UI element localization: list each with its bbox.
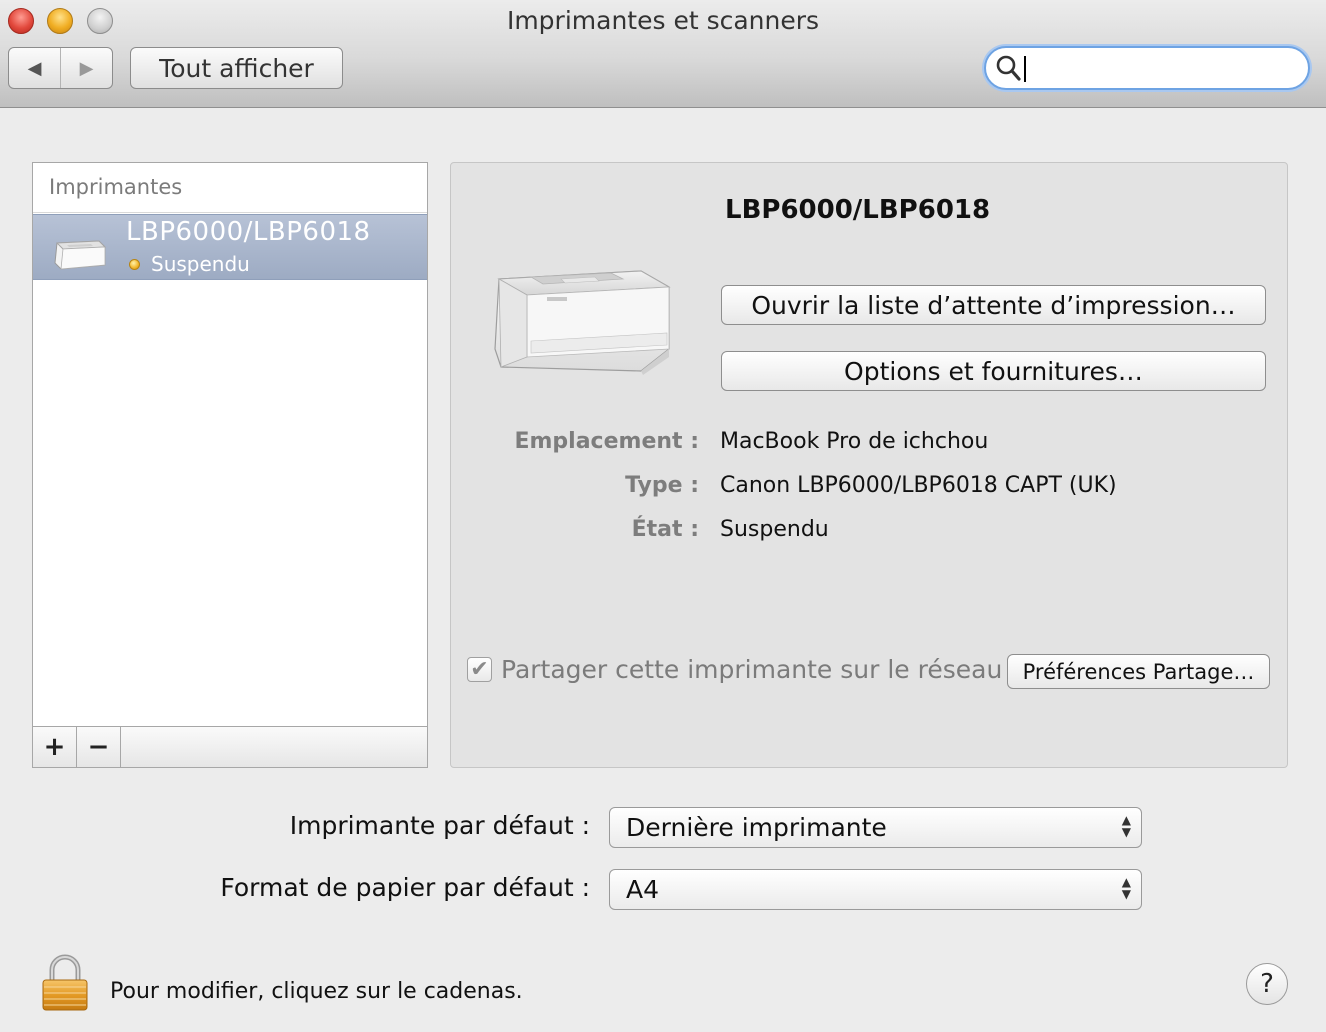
printer-status-label: Suspendu bbox=[151, 252, 250, 276]
help-button[interactable]: ? bbox=[1246, 963, 1288, 1005]
back-forward-control: ◀ ▶ bbox=[8, 47, 113, 89]
default-printer-value: Dernière imprimante bbox=[626, 813, 887, 842]
back-arrow-icon: ◀ bbox=[27, 57, 42, 79]
default-paper-label: Format de papier par défaut : bbox=[220, 873, 590, 902]
printer-list-header: Imprimantes bbox=[33, 163, 427, 213]
location-value: MacBook Pro de ichchou bbox=[720, 429, 989, 454]
forward-arrow-icon: ▶ bbox=[79, 57, 94, 79]
forward-button[interactable]: ▶ bbox=[60, 48, 112, 88]
printer-image bbox=[494, 270, 671, 375]
printer-name: LBP6000/LBP6018 bbox=[126, 217, 371, 247]
printer-list-footer: + − bbox=[33, 726, 427, 767]
sharing-preferences-button[interactable]: Préférences Partage… bbox=[1007, 654, 1270, 689]
options-supplies-button[interactable]: Options et fournitures… bbox=[721, 351, 1266, 391]
default-paper-value: A4 bbox=[626, 875, 660, 904]
back-button[interactable]: ◀ bbox=[9, 48, 60, 88]
share-printer-checkbox[interactable]: ✔ bbox=[467, 657, 492, 682]
add-printer-button[interactable]: + bbox=[33, 727, 77, 767]
popup-arrows-icon: ▲ ▼ bbox=[1121, 875, 1131, 901]
checkmark-icon: ✔ bbox=[470, 657, 489, 682]
default-printer-popup[interactable]: Dernière imprimante ▲ ▼ bbox=[609, 807, 1142, 848]
search-icon bbox=[996, 55, 1021, 81]
location-label: Emplacement : bbox=[514, 429, 699, 454]
remove-printer-button[interactable]: − bbox=[77, 727, 121, 767]
window-title: Imprimantes et scanners bbox=[506, 6, 820, 35]
share-printer-option[interactable]: ✔ Partager cette imprimante sur le résea… bbox=[467, 655, 1002, 684]
type-label: Type : bbox=[625, 473, 699, 498]
printer-list: Imprimantes LBP6000/LBP6018 Suspendu + − bbox=[32, 162, 428, 768]
default-printer-label: Imprimante par défaut : bbox=[289, 811, 590, 840]
show-all-button[interactable]: Tout afficher bbox=[130, 47, 343, 89]
state-value: Suspendu bbox=[720, 517, 829, 542]
default-paper-popup[interactable]: A4 ▲ ▼ bbox=[609, 869, 1142, 910]
open-print-queue-button[interactable]: Ouvrir la liste d’attente d’impression… bbox=[721, 285, 1266, 325]
printer-detail-panel: LBP6000/LBP6018 Ouvrir la liste d’attent… bbox=[450, 162, 1288, 768]
printer-list-item[interactable]: LBP6000/LBP6018 Suspendu bbox=[33, 214, 427, 280]
selected-printer-name: LBP6000/LBP6018 bbox=[725, 195, 991, 225]
type-value: Canon LBP6000/LBP6018 CAPT (UK) bbox=[720, 473, 1117, 498]
toolbar: Imprimantes et scanners ◀ ▶ Tout affiche… bbox=[0, 0, 1326, 108]
lock-instruction-text: Pour modifier, cliquez sur le cadenas. bbox=[110, 979, 523, 1004]
printer-icon bbox=[54, 240, 107, 270]
printer-status: Suspendu bbox=[129, 252, 250, 276]
text-caret bbox=[1024, 56, 1026, 82]
status-dot-icon bbox=[129, 258, 140, 270]
popup-arrows-icon: ▲ ▼ bbox=[1121, 813, 1131, 839]
share-printer-label: Partager cette imprimante sur le réseau bbox=[501, 655, 1003, 684]
state-label: État : bbox=[631, 517, 699, 542]
padlock-icon[interactable] bbox=[40, 954, 90, 1012]
search-input[interactable] bbox=[1024, 52, 1294, 84]
search-field[interactable] bbox=[984, 46, 1310, 90]
